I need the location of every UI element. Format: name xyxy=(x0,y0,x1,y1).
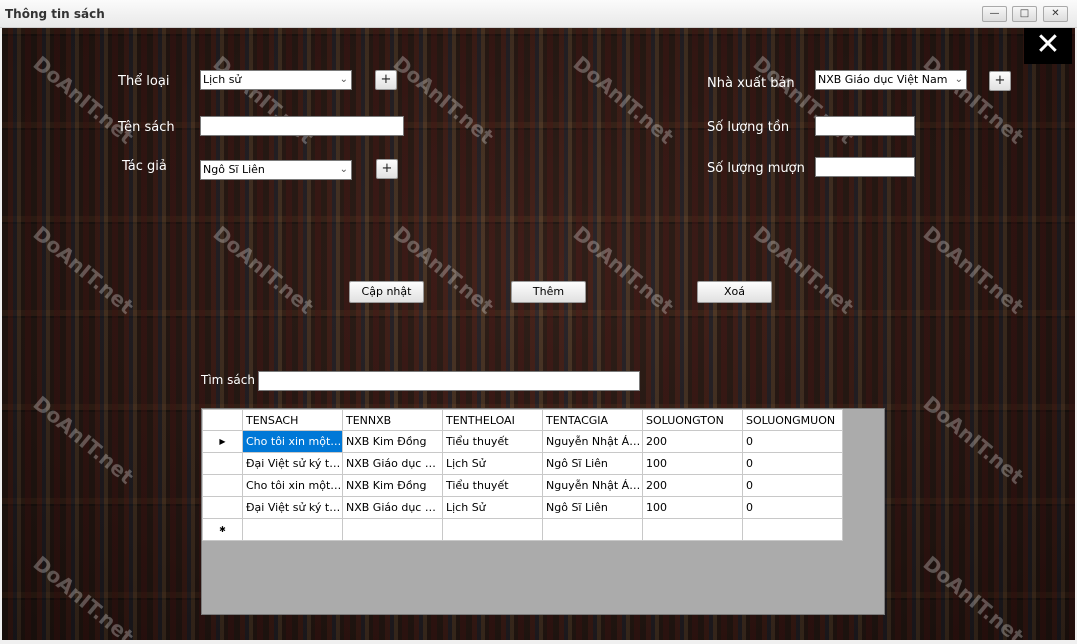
table-cell[interactable]: Đại Việt sử ký to... xyxy=(242,496,343,519)
column-header[interactable]: SOLUONGTON xyxy=(642,409,743,431)
watermark-text: DoAnIT.net xyxy=(208,221,319,319)
window-titlebar: Thông tin sách — □ ✕ xyxy=(0,0,1077,28)
watermark-text: DoAnIT.net xyxy=(28,391,139,489)
watermark-text: DoAnIT.net xyxy=(748,221,859,319)
them-button[interactable]: Thêm xyxy=(511,281,586,303)
table-cell[interactable]: NXB Giáo dục Việ... xyxy=(342,496,443,519)
table-row[interactable]: Đại Việt sử ký to... NXB Giáo dục Việ...… xyxy=(202,452,843,475)
ten-sach-input[interactable] xyxy=(200,116,404,136)
table-cell[interactable]: Tiểu thuyết xyxy=(442,430,543,453)
cap-nhat-button[interactable]: Cập nhật xyxy=(349,281,424,303)
table-cell[interactable]: Lịch Sử xyxy=(442,496,543,519)
watermark-text: DoAnIT.net xyxy=(918,51,1029,149)
tim-sach-label: Tìm sách xyxy=(201,373,255,387)
watermark-text: DoAnIT.net xyxy=(918,551,1029,640)
close-window-button[interactable]: ✕ xyxy=(1043,6,1068,22)
chevron-down-icon: ⌄ xyxy=(339,164,348,175)
table-cell[interactable]: 0 xyxy=(742,474,843,497)
table-cell[interactable]: Cho tôi xin một ... xyxy=(242,430,343,453)
table-cell[interactable]: 200 xyxy=(642,474,743,497)
table-cell[interactable] xyxy=(742,518,843,541)
watermark-text: DoAnIT.net xyxy=(388,51,499,149)
column-header[interactable]: TENTHELOAI xyxy=(442,409,543,431)
chevron-down-icon: ⌄ xyxy=(339,74,348,85)
table-cell[interactable]: 0 xyxy=(742,430,843,453)
tac-gia-label: Tác giả xyxy=(122,159,167,174)
table-cell[interactable]: Nguyễn Nhật Ánh xyxy=(542,430,643,453)
table-cell[interactable]: Ngô Sĩ Liên xyxy=(542,452,643,475)
column-header[interactable]: TENSACH xyxy=(242,409,343,431)
nxb-combo[interactable]: NXB Giáo dục Việt Nam ⌄ xyxy=(815,70,967,90)
so-luong-muon-label: Số lượng mượn xyxy=(707,161,805,176)
table-row[interactable]: Cho tôi xin một ... NXB Kim Đồng Tiểu th… xyxy=(202,474,843,497)
so-luong-muon-input[interactable] xyxy=(815,157,915,177)
nxb-value: NXB Giáo dục Việt Nam xyxy=(818,73,948,86)
watermark-text: DoAnIT.net xyxy=(568,51,679,149)
watermark-text: DoAnIT.net xyxy=(28,551,139,640)
so-luong-ton-label: Số lượng tồn xyxy=(707,120,790,135)
xoa-button[interactable]: Xoá xyxy=(697,281,772,303)
column-header[interactable]: TENTACGIA xyxy=(542,409,643,431)
table-cell[interactable]: Nguyễn Nhật Ánh xyxy=(542,474,643,497)
watermark-text: DoAnIT.net xyxy=(388,221,499,319)
bookshelf-background: DoAnIT.net DoAnIT.net DoAnIT.net DoAnIT.… xyxy=(2,28,1075,640)
table-cell[interactable] xyxy=(642,518,743,541)
table-cell[interactable]: 200 xyxy=(642,430,743,453)
table-cell[interactable] xyxy=(442,518,543,541)
tac-gia-combo[interactable]: Ngô Sĩ Liên ⌄ xyxy=(200,160,352,180)
add-the-loai-button[interactable]: + xyxy=(375,70,397,90)
table-cell[interactable]: NXB Giáo dục Việ... xyxy=(342,452,443,475)
table-cell[interactable]: NXB Kim Đồng xyxy=(342,430,443,453)
ten-sach-label: Tên sách xyxy=(118,120,175,135)
tac-gia-value: Ngô Sĩ Liên xyxy=(203,163,265,176)
table-cell[interactable]: 100 xyxy=(642,496,743,519)
table-cell[interactable]: Ngô Sĩ Liên xyxy=(542,496,643,519)
table-cell[interactable]: NXB Kim Đồng xyxy=(342,474,443,497)
current-row-marker-icon[interactable]: ▶ xyxy=(202,430,243,453)
watermark-text: DoAnIT.net xyxy=(568,221,679,319)
table-cell[interactable]: 0 xyxy=(742,452,843,475)
table-cell[interactable]: 100 xyxy=(642,452,743,475)
books-grid[interactable]: TENSACH TENNXB TENTHELOAI TENTACGIA SOLU… xyxy=(201,408,885,615)
column-header[interactable]: SOLUONGMUON xyxy=(742,409,843,431)
row-header[interactable] xyxy=(202,452,243,475)
new-table-row[interactable]: ✱ xyxy=(202,518,843,541)
add-tac-gia-button[interactable]: + xyxy=(376,159,398,179)
add-nxb-button[interactable]: + xyxy=(989,71,1011,91)
table-cell[interactable] xyxy=(242,518,343,541)
table-cell[interactable]: Tiểu thuyết xyxy=(442,474,543,497)
so-luong-ton-input[interactable] xyxy=(815,116,915,136)
table-cell[interactable] xyxy=(542,518,643,541)
row-header[interactable] xyxy=(202,474,243,497)
table-cell[interactable]: Cho tôi xin một ... xyxy=(242,474,343,497)
table-row[interactable]: ▶ Cho tôi xin một ... NXB Kim Đồng Tiểu … xyxy=(202,430,843,453)
maximize-button[interactable]: □ xyxy=(1012,6,1037,22)
the-loai-label: Thể loại xyxy=(118,74,170,89)
the-loai-combo[interactable]: Lịch sử ⌄ xyxy=(200,70,352,90)
watermark-text: DoAnIT.net xyxy=(918,221,1029,319)
table-row[interactable]: Đại Việt sử ký to... NXB Giáo dục Việ...… xyxy=(202,496,843,519)
minimize-button[interactable]: — xyxy=(982,6,1007,22)
watermark-text: DoAnIT.net xyxy=(918,391,1029,489)
table-cell[interactable]: Lịch Sử xyxy=(442,452,543,475)
close-icon[interactable]: ✕ xyxy=(1024,28,1072,64)
column-header[interactable]: TENNXB xyxy=(342,409,443,431)
table-cell[interactable]: 0 xyxy=(742,496,843,519)
grid-header-row: TENSACH TENNXB TENTHELOAI TENTACGIA SOLU… xyxy=(202,409,843,431)
nxb-label: Nhà xuất bản xyxy=(707,76,795,91)
watermark-text: DoAnIT.net xyxy=(28,221,139,319)
window-title: Thông tin sách xyxy=(5,7,105,21)
table-cell[interactable] xyxy=(342,518,443,541)
the-loai-value: Lịch sử xyxy=(203,73,242,86)
chevron-down-icon: ⌄ xyxy=(954,74,963,85)
row-header-corner xyxy=(202,409,243,431)
tim-sach-input[interactable] xyxy=(258,371,640,391)
table-cell[interactable]: Đại Việt sử ký to... xyxy=(242,452,343,475)
row-header[interactable] xyxy=(202,496,243,519)
new-row-icon[interactable]: ✱ xyxy=(202,518,243,541)
